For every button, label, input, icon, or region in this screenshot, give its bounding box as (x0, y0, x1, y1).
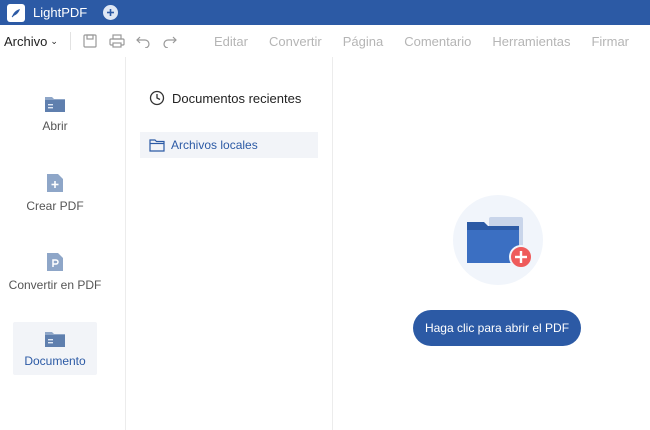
document-panel: Documentos recientes Archivos locales (127, 57, 333, 430)
redo-icon[interactable] (159, 30, 181, 52)
chevron-down-icon: ⌄ (50, 35, 58, 46)
local-files-item[interactable]: Archivos locales (140, 132, 318, 158)
menu-comentario[interactable]: Comentario (404, 34, 471, 49)
local-files-label: Archivos locales (171, 138, 258, 152)
nav-item-abrir[interactable]: Abrir (13, 87, 97, 140)
archivo-menu-label: Archivo (4, 33, 48, 49)
menu-bar: Archivo ⌄ Editar Convertir Página Coment… (0, 25, 650, 57)
create-pdf-icon (47, 173, 63, 192)
print-icon[interactable] (106, 30, 128, 52)
nav-item-label: Abrir (42, 118, 68, 133)
new-tab-button[interactable] (103, 5, 119, 20)
menu-pagina[interactable]: Página (343, 34, 383, 49)
folder-outline-icon (149, 138, 165, 152)
main-area: Haga clic para abrir el PDF (334, 57, 650, 430)
document-folder-icon (45, 331, 65, 347)
recent-documents-label: Documentos recientes (172, 90, 302, 106)
convert-pdf-icon (47, 252, 63, 271)
folder-icon (45, 96, 65, 112)
app-logo-icon (7, 3, 25, 22)
nav-item-crear-pdf[interactable]: Crear PDF (13, 166, 97, 219)
menu-items: Editar Convertir Página Comentario Herra… (214, 34, 650, 49)
app-title: LightPDF (33, 5, 88, 20)
menu-herramientas[interactable]: Herramientas (492, 34, 570, 49)
menu-separator (69, 32, 71, 50)
save-icon[interactable] (79, 30, 101, 52)
nav-item-convertir-en-pdf[interactable]: Convertir en PDF (9, 245, 101, 298)
folder-add-icon (467, 217, 533, 269)
undo-icon[interactable] (132, 30, 154, 52)
open-pdf-button[interactable]: Haga clic para abrir el PDF (413, 310, 581, 346)
open-folder-illustration (453, 195, 543, 285)
nav-item-label: Documento (24, 353, 86, 368)
title-bar: LightPDF (0, 0, 650, 25)
nav-item-documento[interactable]: Documento (13, 322, 97, 375)
nav-item-label: Convertir en PDF (8, 277, 102, 292)
archivo-menu[interactable]: Archivo ⌄ (4, 34, 58, 49)
nav-item-label: Crear PDF (26, 198, 84, 213)
recent-documents-item[interactable]: Documentos recientes (149, 90, 301, 106)
left-nav: Abrir Crear PDF Convertir en PDF Documen… (0, 57, 126, 430)
menu-editar[interactable]: Editar (214, 34, 248, 49)
clock-icon (149, 90, 165, 106)
menu-firmar[interactable]: Firmar (591, 34, 629, 49)
menu-convertir[interactable]: Convertir (269, 34, 322, 49)
